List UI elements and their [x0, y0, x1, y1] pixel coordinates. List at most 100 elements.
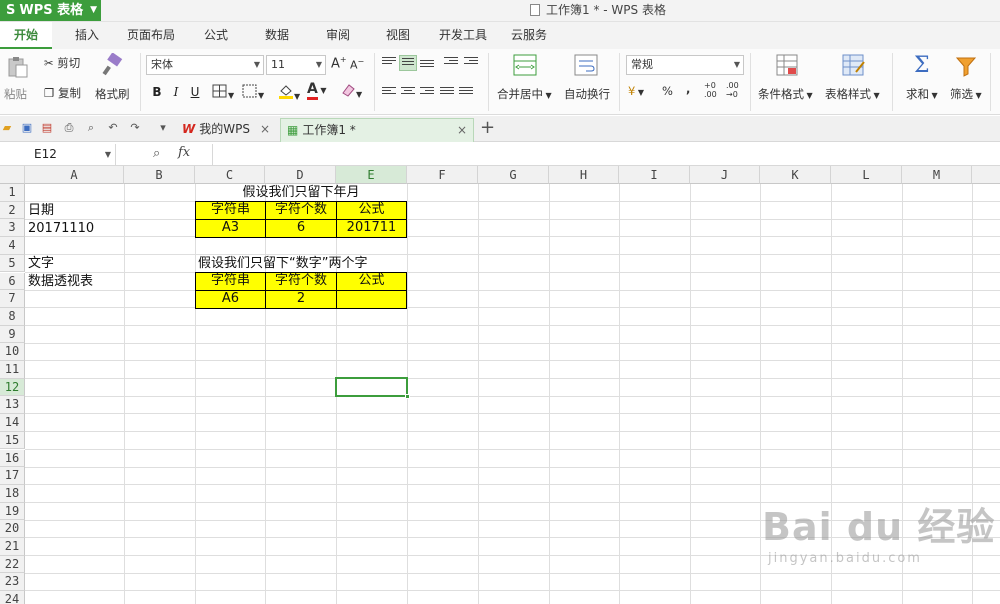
row-header-7[interactable]: 7: [0, 290, 25, 308]
decrease-decimal-icon[interactable]: .00 →0: [726, 81, 739, 99]
increase-decimal-icon[interactable]: +0.00: [704, 81, 717, 99]
paste-button[interactable]: [6, 55, 30, 82]
row-header-18[interactable]: 18: [0, 484, 25, 503]
cell-e6[interactable]: 公式: [336, 272, 407, 291]
formula-input[interactable]: [212, 144, 1000, 165]
tab-home[interactable]: 开始: [0, 22, 52, 49]
cell-a2[interactable]: 日期: [28, 202, 54, 219]
tab-review[interactable]: 审阅: [316, 22, 360, 49]
row-header-5[interactable]: 5: [0, 254, 25, 273]
tab-page-layout[interactable]: 页面布局: [120, 22, 182, 49]
row-header-21[interactable]: 21: [0, 538, 25, 556]
spreadsheet-grid[interactable]: A B C D E F G H I J K L M 1 2 3 4 5 6 7 …: [0, 166, 1000, 604]
cut-button[interactable]: ✂ 剪切: [44, 55, 80, 71]
new-tab-icon[interactable]: +: [480, 117, 495, 138]
export-pdf-icon[interactable]: ▤: [40, 121, 54, 135]
col-header-k[interactable]: K: [760, 166, 831, 184]
filter-icon[interactable]: [955, 55, 977, 80]
save-icon[interactable]: ▣: [20, 121, 34, 135]
cell-a5[interactable]: 文字: [28, 255, 54, 272]
row-header-11[interactable]: 11: [0, 361, 25, 379]
cell-c6[interactable]: 字符串: [195, 272, 266, 291]
tab-developer[interactable]: 开发工具: [434, 22, 492, 49]
align-right-icon[interactable]: [418, 85, 436, 101]
row-header-17[interactable]: 17: [0, 467, 25, 485]
fill-handle[interactable]: [405, 394, 410, 399]
col-header-a[interactable]: A: [25, 166, 124, 184]
thousands-button[interactable]: ,: [686, 82, 690, 96]
cell-c1[interactable]: 假设我们只留下年月: [195, 184, 407, 201]
col-header-d[interactable]: D: [265, 166, 336, 184]
borders-icon[interactable]: ▼: [212, 84, 234, 101]
wrap-text-icon[interactable]: [574, 54, 598, 79]
row-header-12[interactable]: 12: [0, 378, 25, 397]
row-header-4[interactable]: 4: [0, 237, 25, 255]
cell-d3[interactable]: 6: [265, 219, 337, 238]
close-icon[interactable]: ×: [457, 119, 467, 141]
tab-formulas[interactable]: 公式: [194, 22, 238, 49]
cell-c3[interactable]: A3: [195, 219, 266, 238]
row-header-3[interactable]: 3: [0, 219, 25, 238]
percent-button[interactable]: %: [662, 84, 673, 98]
row-header-19[interactable]: 19: [0, 502, 25, 521]
decrease-indent-icon[interactable]: [442, 55, 460, 71]
table-style-icon[interactable]: [842, 54, 866, 79]
justify-icon[interactable]: [438, 85, 456, 101]
row-header-13[interactable]: 13: [0, 396, 25, 415]
col-header-h[interactable]: H: [549, 166, 619, 184]
row-header-24[interactable]: 24: [0, 591, 25, 604]
app-menu-button[interactable]: S WPS 表格 ▼: [0, 0, 101, 21]
conditional-format-button[interactable]: 条件格式 ▼: [758, 86, 813, 102]
filter-button[interactable]: 筛选 ▼: [950, 86, 982, 102]
align-bottom-icon[interactable]: [418, 55, 436, 71]
select-all-corner[interactable]: [0, 166, 25, 184]
cell-d7[interactable]: 2: [265, 290, 337, 309]
sum-button[interactable]: 求和 ▼: [906, 86, 938, 102]
selected-cell-e12[interactable]: [335, 377, 410, 399]
row-header-14[interactable]: 14: [0, 414, 25, 432]
paste-label[interactable]: 粘贴: [4, 86, 27, 102]
row-header-10[interactable]: 10: [0, 343, 25, 361]
col-header-e[interactable]: E: [336, 166, 407, 184]
fill-pattern-icon[interactable]: ▼: [242, 84, 264, 101]
underline-button[interactable]: U: [186, 83, 204, 101]
col-header-n[interactable]: [972, 166, 1000, 184]
cell-a6[interactable]: 数据透视表: [28, 273, 93, 290]
col-header-c[interactable]: C: [195, 166, 265, 184]
align-center-icon[interactable]: [399, 85, 417, 101]
print-icon[interactable]: ⎙: [62, 121, 76, 135]
decrease-font-icon[interactable]: A−: [350, 57, 364, 72]
cell-d2[interactable]: 字符个数: [265, 201, 337, 220]
row-header-20[interactable]: 20: [0, 520, 25, 538]
customize-toolbar-icon[interactable]: ▾: [156, 121, 170, 135]
row-header-23[interactable]: 23: [0, 573, 25, 592]
clear-format-icon[interactable]: ▼: [340, 83, 362, 100]
tab-my-wps[interactable]: W 我的WPS ×: [176, 118, 276, 142]
row-header-6[interactable]: 6: [0, 272, 25, 291]
cell-e7[interactable]: [336, 290, 407, 309]
conditional-format-icon[interactable]: [776, 54, 798, 79]
col-header-l[interactable]: L: [831, 166, 902, 184]
align-left-icon[interactable]: [380, 85, 398, 101]
row-header-1[interactable]: 1: [0, 184, 25, 202]
cell-c2[interactable]: 字符串: [195, 201, 266, 220]
undo-icon[interactable]: ↶: [106, 121, 120, 135]
bold-button[interactable]: B: [148, 83, 166, 101]
close-icon[interactable]: ×: [260, 118, 270, 140]
tab-data[interactable]: 数据: [255, 22, 299, 49]
row-header-15[interactable]: 15: [0, 431, 25, 450]
insert-function-button[interactable]: fx: [178, 145, 190, 160]
row-header-8[interactable]: 8: [0, 307, 25, 326]
cell-c5[interactable]: 假设我们只留下“数字”两个字: [198, 255, 367, 272]
col-header-f[interactable]: F: [407, 166, 478, 184]
format-painter-button[interactable]: 格式刷: [95, 86, 130, 102]
distributed-icon[interactable]: [457, 85, 475, 101]
open-folder-icon[interactable]: ▰: [0, 121, 14, 135]
col-header-g[interactable]: G: [478, 166, 549, 184]
wrap-text-button[interactable]: 自动换行: [564, 86, 610, 102]
col-header-i[interactable]: I: [619, 166, 690, 184]
align-top-icon[interactable]: [380, 55, 398, 71]
cell-c7[interactable]: A6: [195, 290, 266, 309]
row-header-9[interactable]: 9: [0, 325, 25, 344]
increase-font-icon[interactable]: A+: [331, 55, 347, 71]
